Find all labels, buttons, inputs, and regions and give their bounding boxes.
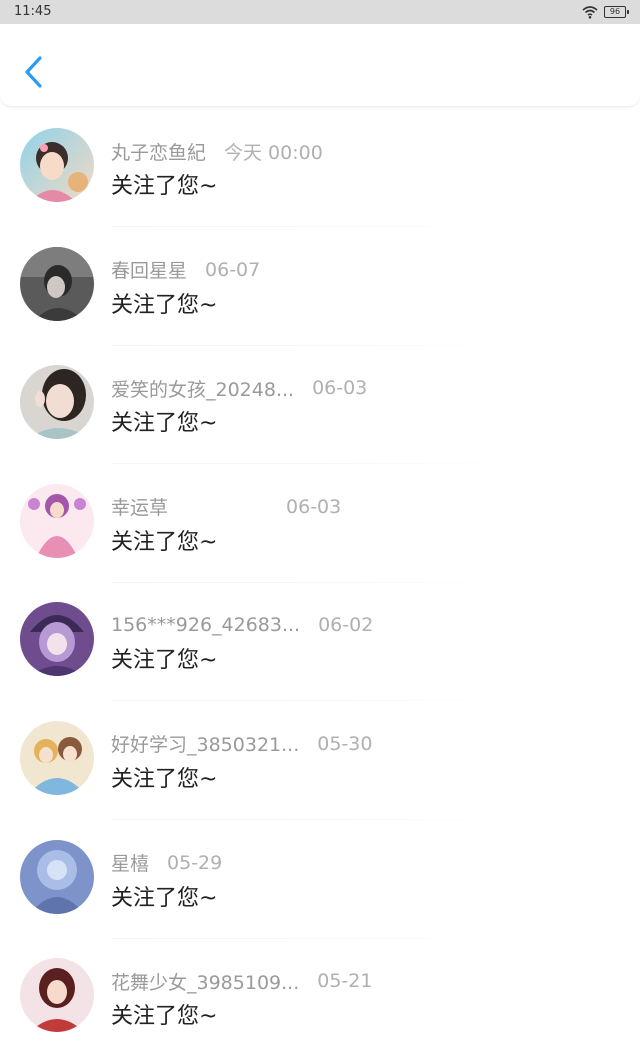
activity-text: 关注了您~ (111, 1004, 218, 1030)
chevron-left-icon (25, 56, 42, 88)
avatar[interactable] (20, 958, 94, 1033)
activity-text: 关注了您~ (111, 411, 218, 437)
list-item[interactable]: 幸运草 06-03 关注了您~ (0, 464, 640, 583)
list-item[interactable]: 花舞少女_3985109... 05-21 关注了您~ (0, 938, 640, 1057)
avatar-image (20, 958, 94, 1033)
name-row: 幸运草 06-03 (111, 494, 341, 520)
user-name[interactable]: 花舞少女_3985109... (111, 968, 299, 995)
avatar[interactable] (20, 839, 94, 914)
user-name[interactable]: 爱笑的女孩_20248... (111, 375, 294, 402)
name-row: 爱笑的女孩_20248... 06-03 (111, 375, 367, 401)
list-item[interactable]: 156***926_42683... 06-02 关注了您~ (0, 582, 640, 702)
avatar-image (20, 602, 94, 677)
activity-text: 关注了您~ (111, 174, 218, 199)
avatar-image (20, 839, 94, 914)
list-item[interactable]: 丸子恋鱼紀 今天 00:00 关注了您~ (0, 108, 640, 227)
timestamp: 05-21 (317, 970, 373, 993)
activity-text: 关注了您~ (111, 766, 218, 792)
name-row: 丸子恋鱼紀 今天 00:00 (111, 138, 323, 164)
header-bar (0, 24, 640, 107)
activity-text: 关注了您~ (111, 529, 218, 555)
timestamp: 今天 00:00 (224, 141, 323, 164)
wifi-icon (582, 6, 598, 19)
avatar[interactable] (20, 128, 94, 202)
avatar[interactable] (20, 483, 94, 558)
avatar[interactable] (20, 602, 94, 677)
activity-text: 关注了您~ (111, 292, 218, 318)
avatar[interactable] (20, 720, 94, 795)
battery-icon: 96 (604, 6, 629, 18)
list-item[interactable]: 春回星星 06-07 关注了您~ (0, 227, 640, 346)
user-name[interactable]: 156***926_42683... (111, 614, 300, 636)
follower-feed: 丸子恋鱼紀 今天 00:00 关注了您~ 春回星星 06-07 关注了您~ 爱笑… (0, 108, 640, 1057)
activity-text: 关注了您~ (111, 885, 218, 911)
user-name[interactable]: 好好学习_3850321... (111, 730, 299, 757)
avatar[interactable] (20, 246, 94, 321)
user-name[interactable]: 幸运草 (111, 493, 168, 520)
avatar-image (20, 483, 94, 558)
timestamp: 05-29 (167, 851, 223, 874)
name-row: 156***926_42683... 06-02 (111, 612, 373, 638)
avatar-image (20, 246, 94, 321)
name-row: 星橲 05-29 (111, 850, 222, 876)
back-button[interactable] (18, 52, 48, 92)
status-bar: 11:45 96 (0, 0, 640, 24)
timestamp: 05-30 (317, 732, 373, 755)
timestamp: 06-02 (318, 614, 374, 637)
avatar-image (20, 720, 94, 795)
user-name[interactable]: 丸子恋鱼紀 (111, 138, 206, 165)
timestamp: 06-03 (286, 495, 342, 518)
activity-text: 关注了您~ (111, 648, 218, 674)
list-item[interactable]: 好好学习_3850321... 05-30 关注了您~ (0, 701, 640, 820)
name-row: 好好学习_3850321... 05-30 (111, 731, 372, 757)
timestamp: 06-07 (205, 258, 261, 281)
avatar[interactable] (20, 365, 94, 440)
list-item[interactable]: 爱笑的女孩_20248... 06-03 关注了您~ (0, 345, 640, 465)
user-name[interactable]: 星橲 (111, 849, 149, 876)
status-icons: 96 (582, 4, 629, 20)
timestamp: 06-03 (312, 377, 368, 400)
avatar-image (20, 365, 94, 440)
avatar-image (20, 128, 94, 202)
user-name[interactable]: 春回星星 (111, 256, 187, 283)
name-row: 花舞少女_3985109... 05-21 (111, 968, 372, 994)
list-item[interactable]: 星橲 05-29 关注了您~ (0, 820, 640, 939)
status-time: 11:45 (14, 4, 52, 19)
name-row: 春回星星 06-07 (111, 257, 260, 283)
